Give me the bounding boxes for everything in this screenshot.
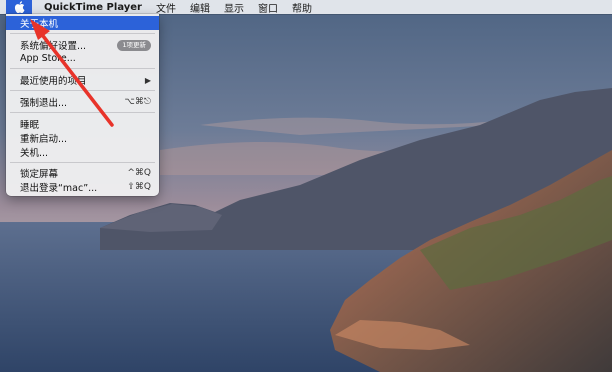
- menu-item-label: 最近使用的项目: [20, 76, 87, 87]
- menu-help[interactable]: 帮助: [292, 0, 312, 15]
- menu-item-lock-screen[interactable]: 锁定屏幕 ^⌘Q: [6, 166, 159, 180]
- shortcut-label: ⌥⌘⎋: [124, 97, 152, 107]
- menu-item-log-out[interactable]: 退出登录“mac”... ⇧⌘Q: [6, 180, 159, 194]
- menu-window[interactable]: 窗口: [258, 0, 278, 15]
- menu-edit[interactable]: 编辑: [190, 0, 210, 15]
- menu-item-label: 关于本机: [20, 19, 59, 30]
- menu-item-label: 睡眠: [20, 120, 40, 131]
- menu-item-about-this-mac[interactable]: 关于本机: [6, 16, 159, 30]
- menu-bar: QuickTime Player 文件 编辑 显示 窗口 帮助: [0, 0, 612, 15]
- menu-item-label: 关机...: [20, 148, 49, 159]
- submenu-arrow-icon: ▶: [144, 75, 151, 85]
- menu-separator: [10, 112, 155, 113]
- shortcut-label: ^⌘Q: [127, 168, 151, 178]
- apple-dropdown-menu: 关于本机 系统偏好设置... 1项更新 App Store... 最近使用的项目…: [6, 14, 159, 196]
- menu-item-force-quit[interactable]: 强制退出... ⌥⌘⎋: [6, 95, 159, 109]
- menu-item-app-store[interactable]: App Store...: [6, 51, 159, 65]
- apple-menu[interactable]: [6, 0, 32, 14]
- menu-separator: [10, 162, 155, 163]
- menu-item-label: 锁定屏幕: [20, 169, 59, 180]
- menu-item-restart[interactable]: 重新启动...: [6, 131, 159, 145]
- menu-item-label: 重新启动...: [20, 134, 68, 145]
- menu-item-shutdown[interactable]: 关机...: [6, 145, 159, 159]
- update-badge: 1项更新: [117, 39, 151, 51]
- menu-separator: [10, 90, 155, 91]
- menu-item-label: 系统偏好设置...: [20, 41, 87, 52]
- menu-item-label: 强制退出...: [20, 98, 68, 109]
- menu-item-label: App Store...: [20, 52, 76, 64]
- menu-separator: [10, 68, 155, 69]
- menu-item-recent-items[interactable]: 最近使用的项目 ▶: [6, 73, 159, 88]
- menu-separator: [10, 33, 155, 34]
- apple-logo-icon: [14, 1, 24, 13]
- menu-file[interactable]: 文件: [156, 0, 176, 15]
- menu-item-sleep[interactable]: 睡眠: [6, 117, 159, 131]
- menu-view[interactable]: 显示: [224, 0, 244, 15]
- app-name-menu[interactable]: QuickTime Player: [44, 2, 142, 13]
- menu-item-system-preferences[interactable]: 系统偏好设置... 1项更新: [6, 38, 159, 52]
- menu-item-label: 退出登录“mac”...: [20, 183, 98, 194]
- shortcut-label: ⇧⌘Q: [127, 182, 151, 192]
